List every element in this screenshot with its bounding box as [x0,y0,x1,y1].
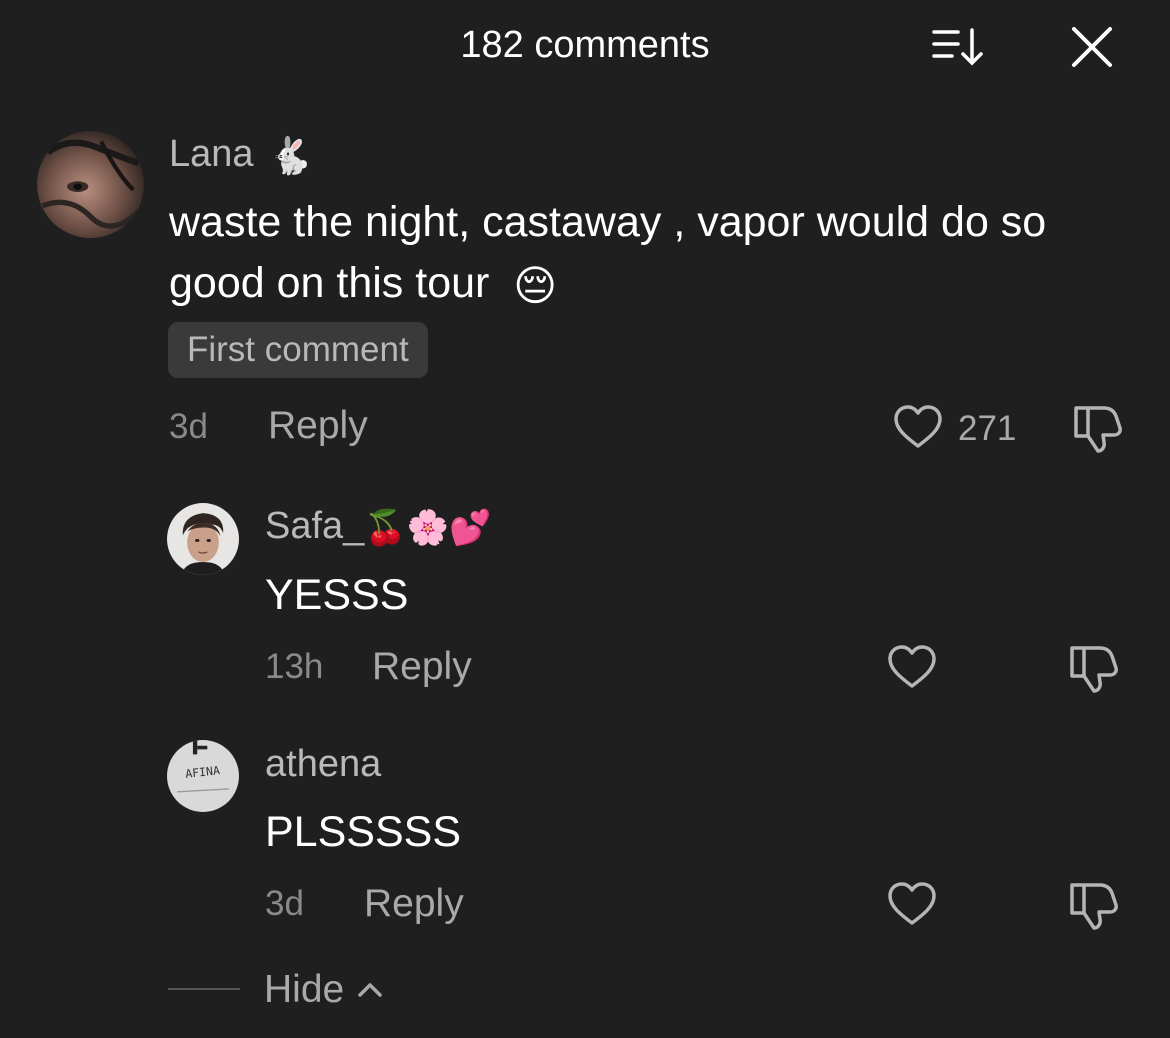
dislike-icon[interactable] [1066,879,1120,931]
reply-button[interactable]: Reply [268,404,368,448]
comment-username[interactable]: athena [265,743,381,786]
comment-text: YESSS [265,571,409,619]
first-comment-badge: First comment [168,322,428,378]
comment-timestamp: 13h [265,647,324,686]
comments-sheet: 182 comments Lana 🐇 waste the night, cas… [0,0,1170,1038]
comments-count-title: 182 comments [460,24,710,66]
sort-icon[interactable] [930,24,988,70]
avatar-lana[interactable] [37,131,144,238]
comment-text: waste the night, castaway , vapor would … [169,192,1109,316]
cherry-flower-hearts-emoji-icon: 🍒🌸💕 [364,508,492,547]
dislike-icon[interactable] [1070,402,1124,454]
reply-button[interactable]: Reply [372,645,472,689]
reply-button[interactable]: Reply [364,882,464,926]
divider-line [168,988,240,990]
heart-icon[interactable] [886,881,938,927]
comment-username[interactable]: Lana 🐇 [169,133,313,177]
heart-icon[interactable] [892,404,944,450]
avatar-safa[interactable] [167,503,239,575]
comment-username[interactable]: Safa_🍒🌸💕 [265,505,491,548]
chevron-up-icon[interactable] [356,978,384,1000]
heart-icon[interactable] [886,644,938,690]
like-count: 271 [958,409,1017,448]
dislike-icon[interactable] [1066,642,1120,694]
comment-timestamp: 3d [169,407,208,446]
hide-replies-button[interactable]: Hide [264,968,344,1012]
comment-timestamp: 3d [265,884,304,923]
comment-text: PLSSSSS [265,808,461,856]
avatar-athena[interactable]: AFINA [167,740,239,812]
pensive-face-emoji-icon: 😔 [513,262,558,310]
close-icon[interactable] [1068,24,1116,70]
rabbit-emoji-icon: 🐇 [268,134,313,176]
